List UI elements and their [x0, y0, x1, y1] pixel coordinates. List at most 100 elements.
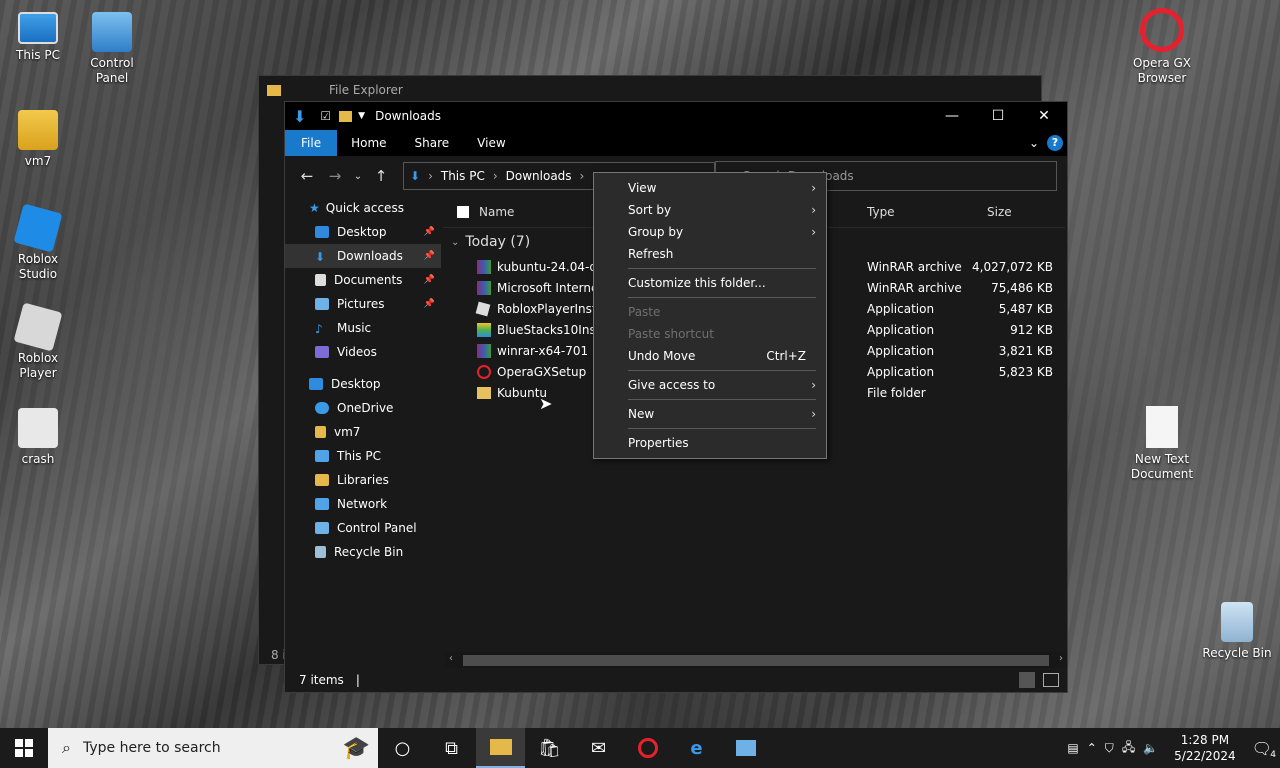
internet-explorer-icon[interactable]: e — [672, 728, 721, 768]
help-icon[interactable]: ? — [1047, 135, 1063, 151]
taskbar-search-input[interactable]: ⌕ Type here to search 🎓 — [48, 728, 378, 768]
mouse-cursor-icon: ➤ — [539, 394, 553, 413]
menu-sort-by[interactable]: Sort by › — [594, 199, 826, 221]
nav-onedrive[interactable]: OneDrive — [285, 396, 441, 420]
nav-this-pc[interactable]: This PC — [285, 444, 441, 468]
new-folder-icon[interactable] — [339, 110, 353, 122]
taskbar: ⌕ Type here to search 🎓 ○ ⧉ 🛍 ✉ e ▤ ⌃ ⛉ … — [0, 728, 1280, 768]
horizontal-scrollbar[interactable]: ‹ › — [445, 652, 1067, 669]
menu-customize-folder[interactable]: Customize this folder... — [594, 272, 826, 294]
desktop-icon-new-text-document[interactable]: New Text Document — [1124, 406, 1200, 482]
scroll-left-icon[interactable]: ‹ — [449, 653, 453, 664]
breadcrumb-this-pc[interactable]: This PC — [441, 169, 485, 183]
control-panel-icon — [315, 522, 329, 534]
recent-locations-icon[interactable]: ⌄ — [349, 171, 367, 182]
chevron-down-icon: ⌄ — [451, 236, 460, 248]
store-icon[interactable]: 🛍 — [525, 728, 574, 768]
nav-videos[interactable]: Videos — [285, 340, 441, 364]
up-arrow-icon[interactable]: ↑ — [367, 167, 395, 185]
scroll-right-icon[interactable]: › — [1059, 653, 1063, 664]
menu-undo-move[interactable]: Undo Move Ctrl+Z — [594, 345, 826, 367]
desktop-icon-roblox-studio[interactable]: Roblox Studio — [0, 203, 76, 282]
pin-icon: 📌 — [423, 227, 435, 237]
user-folder-icon — [18, 110, 58, 150]
nav-downloads[interactable]: ⬇ Downloads 📌 — [285, 244, 441, 268]
close-button[interactable]: ✕ — [1021, 102, 1067, 130]
volume-muted-icon[interactable]: 🔈 — [1143, 741, 1158, 755]
minimize-button[interactable]: — — [929, 102, 975, 130]
properties-icon[interactable]: ☑ — [320, 109, 331, 123]
notification-count-badge: 4 — [1270, 749, 1276, 760]
column-type[interactable]: Type — [867, 205, 895, 219]
quick-access-dropdown-icon[interactable]: ▼ — [358, 111, 365, 121]
clock-time: 1:28 PM — [1180, 733, 1230, 747]
ribbon-tabs: File Home Share View ⌄ ? — [285, 130, 1067, 156]
file-explorer-taskbar-icon[interactable] — [476, 728, 525, 768]
breadcrumb-separator-icon: › — [428, 169, 433, 183]
mail-icon[interactable]: ✉ — [574, 728, 623, 768]
select-all-checkbox[interactable] — [457, 206, 469, 218]
menu-group-by[interactable]: Group by › — [594, 221, 826, 243]
news-icon[interactable]: ▤ — [1067, 741, 1078, 755]
menu-paste-shortcut[interactable]: Paste shortcut — [594, 323, 826, 345]
task-view-icon[interactable]: ⧉ — [427, 728, 476, 768]
opera-gx-taskbar-icon[interactable] — [623, 728, 672, 768]
tab-view[interactable]: View — [463, 130, 519, 156]
nav-documents[interactable]: Documents 📌 — [285, 268, 441, 292]
start-button[interactable] — [0, 728, 48, 768]
back-window-title: File Explorer — [329, 83, 403, 97]
nav-control-panel[interactable]: Control Panel — [285, 516, 441, 540]
tab-home[interactable]: Home — [337, 130, 400, 156]
nav-music[interactable]: ♪ Music — [285, 316, 441, 340]
breadcrumb-separator-icon: › — [492, 169, 498, 183]
clock[interactable]: 1:28 PM 5/22/2024 — [1174, 732, 1236, 764]
back-arrow-icon[interactable]: ← — [293, 167, 321, 185]
desktop-icon-vm7[interactable]: vm7 — [0, 110, 76, 169]
nav-quick-access[interactable]: ★ Quick access — [285, 196, 441, 220]
nav-vm7[interactable]: vm7 — [285, 420, 441, 444]
desktop-icon-this-pc[interactable]: This PC — [0, 12, 76, 63]
breadcrumb-downloads[interactable]: Downloads — [506, 169, 572, 183]
chevron-up-icon[interactable]: ⌃ — [1087, 741, 1097, 755]
music-icon: ♪ — [315, 322, 323, 336]
menu-give-access[interactable]: Give access to › — [594, 374, 826, 396]
menu-properties[interactable]: Properties — [594, 432, 826, 454]
folder-icon — [477, 386, 491, 399]
roblox-app-icon — [475, 301, 491, 316]
desktop-icon-control-panel[interactable]: Control Panel — [74, 12, 150, 86]
expand-ribbon-icon[interactable]: ⌄ — [1029, 136, 1039, 150]
monitor-icon — [315, 450, 329, 462]
back-window-titlebar[interactable]: File Explorer — [259, 76, 1041, 104]
nav-network[interactable]: Network — [285, 492, 441, 516]
nav-recycle-bin[interactable]: Recycle Bin — [285, 540, 441, 564]
notification-icon[interactable]: 🗨 4 — [1252, 739, 1276, 760]
scrollbar-thumb[interactable] — [463, 655, 1049, 666]
network-status-icon[interactable]: 🖧 — [1122, 738, 1135, 759]
menu-new[interactable]: New › — [594, 403, 826, 425]
nav-libraries[interactable]: Libraries — [285, 468, 441, 492]
desktop-icon-recycle-bin[interactable]: Recycle Bin — [1199, 602, 1275, 661]
tab-file[interactable]: File — [285, 130, 338, 156]
forward-arrow-icon[interactable]: → — [321, 167, 349, 185]
desktop-icon-opera-gx[interactable]: Opera GX Browser — [1124, 8, 1200, 86]
cortana-icon[interactable]: ○ — [378, 728, 427, 768]
menu-paste[interactable]: Paste — [594, 301, 826, 323]
window-titlebar[interactable]: ⬇ ☑ ▼ Downloads — ☐ ✕ — [285, 102, 1067, 130]
menu-view[interactable]: View › — [594, 177, 826, 199]
menu-refresh[interactable]: Refresh — [594, 243, 826, 265]
search-icon: ⌕ — [62, 738, 71, 757]
nav-desktop[interactable]: Desktop 📌 — [285, 220, 441, 244]
desktop-icon-crash[interactable]: crash — [0, 408, 76, 467]
nav-desktop-root[interactable]: Desktop — [285, 372, 441, 396]
control-panel-taskbar-icon[interactable] — [721, 728, 770, 768]
desktop-icon-roblox-player[interactable]: Roblox Player — [0, 302, 76, 381]
column-name[interactable]: Name — [479, 205, 514, 219]
large-icons-view-icon[interactable] — [1043, 673, 1059, 687]
details-view-icon[interactable] — [1019, 672, 1035, 688]
maximize-button[interactable]: ☐ — [975, 102, 1021, 130]
nav-pictures[interactable]: Pictures 📌 — [285, 292, 441, 316]
chevron-right-icon: › — [811, 181, 816, 195]
column-size[interactable]: Size — [987, 205, 1012, 219]
security-icon[interactable]: ⛉ — [1105, 741, 1114, 756]
tab-share[interactable]: Share — [401, 130, 464, 156]
